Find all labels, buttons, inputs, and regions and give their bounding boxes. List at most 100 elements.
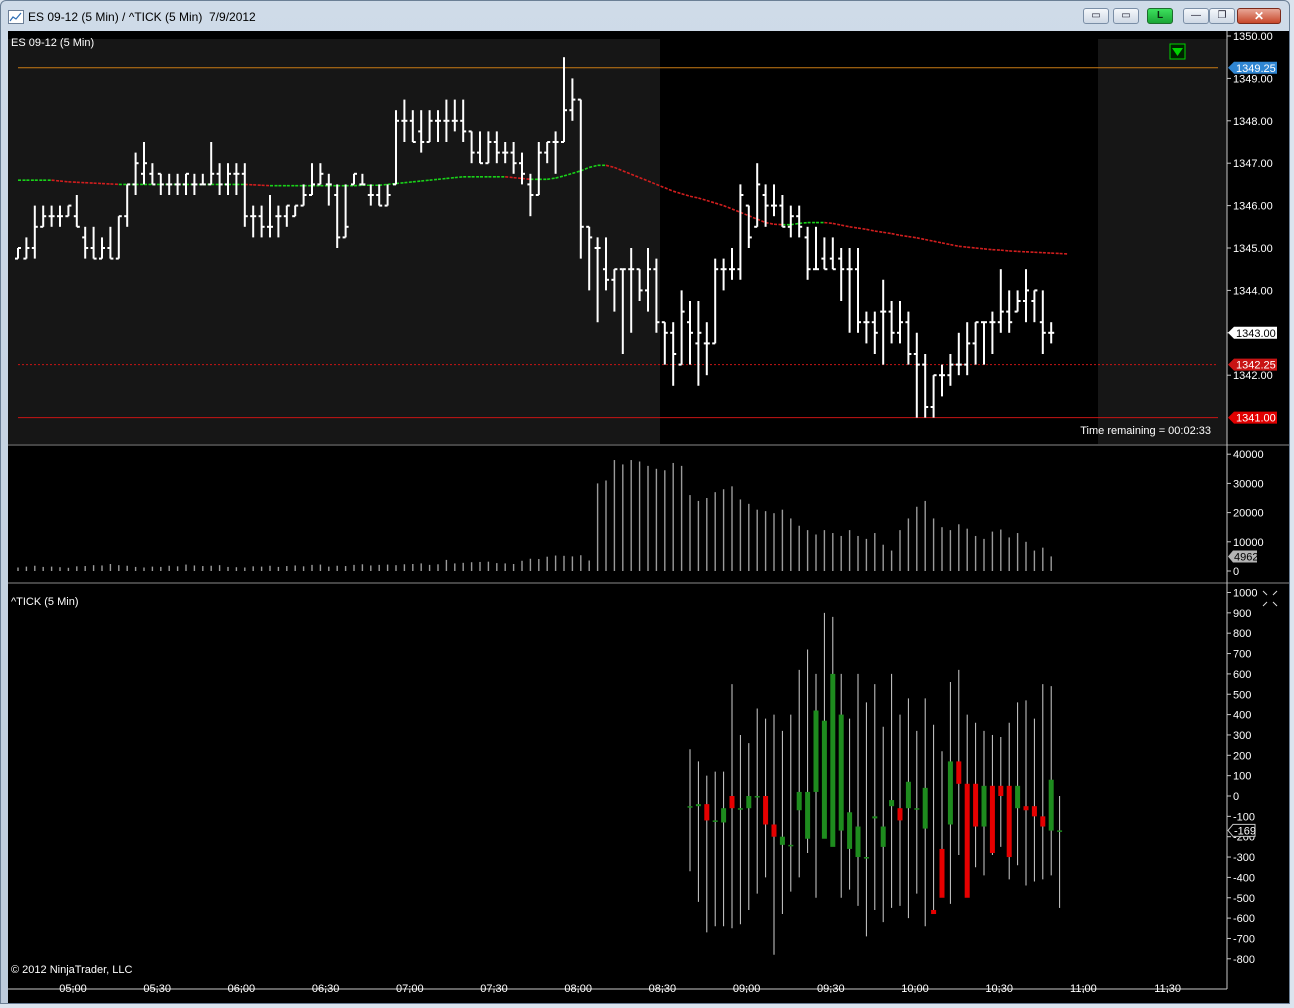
tick-candle xyxy=(880,726,886,923)
tick-candle-body xyxy=(1048,779,1054,831)
volume-flag-label: 4962 xyxy=(1234,552,1258,564)
crosshair-shape xyxy=(1262,590,1278,607)
tick-candle xyxy=(914,730,920,894)
tick-candle xyxy=(746,743,752,910)
window-layout-icon: ▭ xyxy=(1121,10,1131,21)
price-flag: 1349.25 xyxy=(1228,61,1277,75)
restore-button[interactable]: ❐ xyxy=(1209,8,1235,24)
tick-candle xyxy=(981,730,987,876)
tick-candle-body xyxy=(989,785,995,853)
tick-candle-body xyxy=(922,787,928,829)
restore-icon: ❐ xyxy=(1217,10,1227,21)
link-letter: L xyxy=(1156,10,1164,21)
tick-candle xyxy=(821,612,827,839)
tick-candle-body xyxy=(1006,785,1012,858)
chart-app-icon xyxy=(8,10,24,24)
time-axis-label: 08:00 xyxy=(564,983,592,995)
price-flag-label: 1341.00 xyxy=(1236,413,1276,425)
tick-candle xyxy=(796,669,802,878)
chart-window: ES 09-12 (5 Min) / ^TICK (5 Min) 7/9/201… xyxy=(0,0,1290,1004)
tick-candle xyxy=(1057,796,1063,908)
tick-candle-body xyxy=(855,826,861,858)
tick-candle-body xyxy=(704,804,710,821)
tick-candle-body xyxy=(771,824,777,837)
volume-last-flag: 4962 xyxy=(1228,550,1258,564)
tick-axis-label: -700 xyxy=(1233,933,1255,945)
tick-candle xyxy=(889,673,895,908)
chart-area[interactable]: ES 09-12 (5 Min) ^TICK (5 Min) © 2012 Ninj… xyxy=(8,31,1289,1003)
tick-candle-body xyxy=(813,710,819,792)
time-axis-label: 07:00 xyxy=(396,983,424,995)
tick-candle-body xyxy=(939,848,945,898)
tick-panel-title: ^TICK (5 Min) xyxy=(11,596,79,608)
tick-candle xyxy=(704,775,710,933)
minimize-button[interactable]: — xyxy=(1183,8,1209,24)
price-flag-label: 1342.25 xyxy=(1236,360,1276,372)
price-axis-label: 1342.00 xyxy=(1233,370,1273,382)
tick-axis-label: -800 xyxy=(1233,954,1255,966)
tick-candle-body xyxy=(746,796,752,809)
tick-candle xyxy=(989,734,995,856)
volume-axis-label: 40000 xyxy=(1233,449,1264,461)
price-axis-label: 1344.00 xyxy=(1233,285,1273,297)
tick-candle xyxy=(931,724,937,915)
tick-candle-body xyxy=(889,800,895,807)
tick-candle xyxy=(788,714,794,892)
time-remaining-text: Time remaining = 00:02:33 xyxy=(1080,425,1211,437)
tick-candle-body xyxy=(1057,830,1063,832)
tick-axis-label: 200 xyxy=(1233,750,1251,762)
tick-axis-label: 0 xyxy=(1233,791,1239,803)
close-icon: ✕ xyxy=(1253,9,1265,23)
tick-axis-label: 100 xyxy=(1233,771,1251,783)
tick-axis-label: -600 xyxy=(1233,913,1255,925)
tick-axis-label: 700 xyxy=(1233,649,1251,661)
tick-candle xyxy=(1031,718,1037,882)
tick-candle xyxy=(1023,700,1029,886)
tick-candle xyxy=(964,714,970,898)
time-axis-label: 05:30 xyxy=(143,983,171,995)
toolbar-button-1[interactable]: ▭ xyxy=(1083,8,1109,24)
copyright-text: © 2012 NinjaTrader, LLC xyxy=(11,964,132,976)
tick-candle xyxy=(1040,684,1046,880)
time-axis-label: 11:30 xyxy=(1154,983,1181,995)
price-flag-label: 1343.00 xyxy=(1236,328,1276,340)
time-axis-label: 10:30 xyxy=(985,983,1013,995)
tick-axis-label: 400 xyxy=(1233,710,1251,722)
price-axis-label: 1350.00 xyxy=(1233,31,1273,43)
tick-candle xyxy=(922,698,928,927)
price-flag-label: 1349.25 xyxy=(1236,63,1276,75)
minimize-icon: — xyxy=(1191,10,1201,21)
chart-canvas[interactable]: ES 09-12 (5 Min) ^TICK (5 Min) © 2012 Ninj… xyxy=(8,31,1289,1003)
signal-arrow-icon xyxy=(1169,43,1186,60)
time-axis-label: 10:00 xyxy=(901,983,929,995)
price-axis-label: 1346.00 xyxy=(1233,201,1273,213)
tick-candle-body xyxy=(998,785,1004,796)
tick-candle xyxy=(712,771,718,927)
tick-candle-body xyxy=(721,808,727,823)
crosshair-icon xyxy=(1262,590,1278,607)
tick-axis-label: 900 xyxy=(1233,608,1251,620)
tick-candle xyxy=(779,730,785,915)
tick-candle xyxy=(737,734,743,925)
tick-candle xyxy=(863,702,869,937)
tick-candle-body xyxy=(1031,806,1037,817)
price-axis-label: 1347.00 xyxy=(1233,158,1273,170)
tick-candle xyxy=(1015,702,1021,866)
tick-axis-label: 500 xyxy=(1233,689,1251,701)
toolbar-button-2[interactable]: ▭ xyxy=(1113,8,1139,24)
close-button[interactable]: ✕ xyxy=(1237,8,1281,24)
tick-candle-body xyxy=(880,826,886,847)
tick-candle xyxy=(830,616,836,847)
tick-candle-body xyxy=(788,844,794,847)
tick-candle xyxy=(998,736,1004,847)
tick-candle xyxy=(813,673,819,898)
tick-candle-body xyxy=(956,761,962,784)
session-shade-right xyxy=(1098,39,1227,444)
title-bar[interactable]: ES 09-12 (5 Min) / ^TICK (5 Min) 7/9/201… xyxy=(1,1,1289,31)
tick-axis-label: -100 xyxy=(1233,811,1255,823)
tick-candle-body xyxy=(1040,816,1046,827)
tick-candle xyxy=(687,749,693,872)
link-button[interactable]: L xyxy=(1147,8,1173,24)
tick-axis-label: 600 xyxy=(1233,669,1251,681)
tick-axis-label: -500 xyxy=(1233,893,1255,905)
